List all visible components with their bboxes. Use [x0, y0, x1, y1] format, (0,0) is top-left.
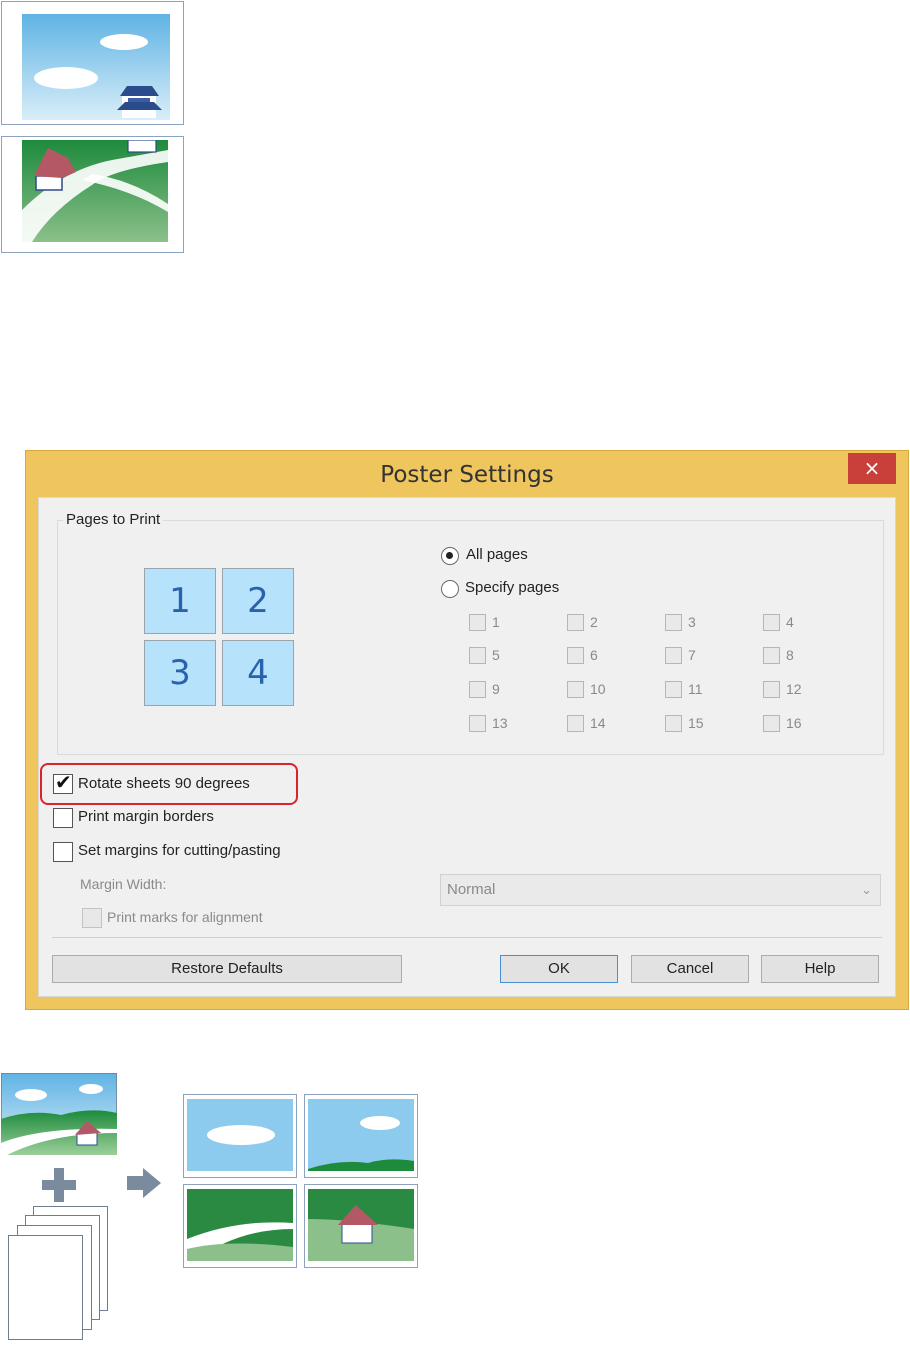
rotate-option-highlight: [40, 763, 298, 805]
help-button[interactable]: Help: [761, 955, 879, 983]
ok-button[interactable]: OK: [500, 955, 618, 983]
all-pages-radio[interactable]: [441, 547, 459, 565]
page-number: 3: [688, 614, 696, 630]
page-checkbox[interactable]: [665, 614, 682, 631]
set-margins-label: Set margins for cutting/pasting: [78, 842, 281, 859]
poster-sheet-2: [304, 1094, 418, 1178]
page-checkbox[interactable]: [469, 614, 486, 631]
page-checkbox[interactable]: [567, 681, 584, 698]
plus-icon: [42, 1168, 76, 1202]
top-sheet-1: [1, 1, 184, 125]
page-checkbox[interactable]: [763, 681, 780, 698]
page-number: 12: [786, 681, 802, 697]
page-tile-1[interactable]: 1: [144, 568, 216, 634]
sheet-image: [187, 1189, 293, 1261]
page-checkbox[interactable]: [469, 647, 486, 664]
page-number: 8: [786, 647, 794, 663]
page-checkbox[interactable]: [665, 681, 682, 698]
page-checkbox[interactable]: [567, 715, 584, 732]
page-checkbox[interactable]: [469, 715, 486, 732]
landscape-house-image: [22, 140, 168, 242]
page-checkbox[interactable]: [763, 614, 780, 631]
source-image: [1, 1073, 117, 1155]
page-number: 14: [590, 715, 606, 731]
print-marks-checkbox[interactable]: [82, 908, 102, 928]
page-number: 9: [492, 681, 500, 697]
specify-pages-label: Specify pages: [465, 579, 560, 596]
page-tile-4[interactable]: 4: [222, 640, 294, 706]
restore-defaults-button[interactable]: Restore Defaults: [52, 955, 402, 983]
page-number: 10: [590, 681, 606, 697]
page-number: 5: [492, 647, 500, 663]
separator: [52, 937, 882, 938]
sheet-image: [187, 1099, 293, 1171]
page-checkbox[interactable]: [665, 647, 682, 664]
close-button[interactable]: ×: [848, 453, 896, 484]
print-marks-label: Print marks for alignment: [107, 909, 263, 925]
page-tile-2[interactable]: 2: [222, 568, 294, 634]
sky-castle-image: [22, 14, 170, 120]
print-margin-borders-checkbox[interactable]: [53, 808, 73, 828]
page-checkbox[interactable]: [763, 647, 780, 664]
page-checkbox[interactable]: [567, 614, 584, 631]
arrow-right-icon: [127, 1168, 161, 1198]
page-number: 7: [688, 647, 696, 663]
page-number: 16: [786, 715, 802, 731]
chevron-down-icon: ⌄: [861, 882, 872, 897]
page-checkbox[interactable]: [567, 647, 584, 664]
all-pages-label: All pages: [466, 546, 528, 563]
sheet-image: [308, 1099, 414, 1171]
dialog-title: Poster Settings: [380, 462, 554, 488]
paper-sheet: [8, 1235, 83, 1340]
print-margin-borders-label: Print margin borders: [78, 808, 214, 825]
margin-width-select[interactable]: Normal ⌄: [440, 874, 881, 906]
margin-width-label: Margin Width:: [80, 876, 167, 892]
specify-pages-radio[interactable]: [441, 580, 459, 598]
page-tile-3[interactable]: 3: [144, 640, 216, 706]
poster-sheet-4: [304, 1184, 418, 1268]
poster-sheet-1: [183, 1094, 297, 1178]
page-checkbox[interactable]: [469, 681, 486, 698]
page-number: 13: [492, 715, 508, 731]
top-sheet-2: [1, 136, 184, 253]
margin-width-value: Normal: [447, 881, 496, 898]
set-margins-checkbox[interactable]: [53, 842, 73, 862]
page-checkbox[interactable]: [665, 715, 682, 732]
page-number: 2: [590, 614, 598, 630]
poster-sheet-3: [183, 1184, 297, 1268]
page-number: 1: [492, 614, 500, 630]
page-number: 15: [688, 715, 704, 731]
pages-to-print-label: Pages to Print: [63, 511, 164, 528]
page-number: 4: [786, 614, 794, 630]
page-number: 6: [590, 647, 598, 663]
page-checkbox[interactable]: [763, 715, 780, 732]
page-number: 11: [688, 681, 703, 697]
cancel-button[interactable]: Cancel: [631, 955, 749, 983]
sheet-image: [308, 1189, 414, 1261]
